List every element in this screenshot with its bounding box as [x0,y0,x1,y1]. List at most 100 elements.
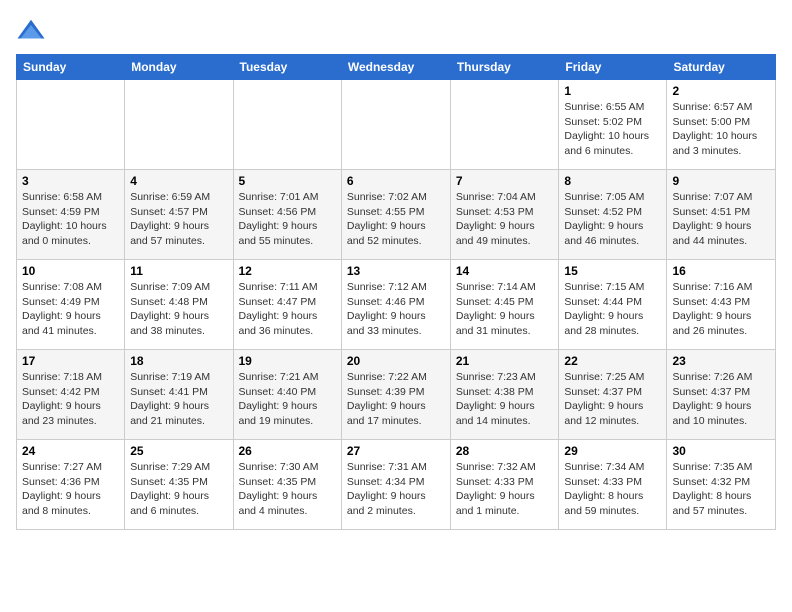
calendar-week-4: 17 Sunrise: 7:18 AM Sunset: 4:42 PM Dayli… [17,350,776,440]
calendar-cell: 15 Sunrise: 7:15 AM Sunset: 4:44 PM Dayli… [559,260,667,350]
calendar-header-wednesday: Wednesday [341,55,450,80]
calendar-table: SundayMondayTuesdayWednesdayThursdayFrid… [16,54,776,530]
day-number: 11 [130,264,227,278]
day-info: Sunrise: 7:12 AM Sunset: 4:46 PM Dayligh… [347,280,445,339]
day-number: 12 [239,264,336,278]
calendar-cell [341,80,450,170]
calendar-cell: 9 Sunrise: 7:07 AM Sunset: 4:51 PM Daylig… [667,170,776,260]
day-number: 15 [564,264,661,278]
calendar-cell: 17 Sunrise: 7:18 AM Sunset: 4:42 PM Dayli… [17,350,125,440]
day-info: Sunrise: 7:14 AM Sunset: 4:45 PM Dayligh… [456,280,554,339]
day-info: Sunrise: 6:59 AM Sunset: 4:57 PM Dayligh… [130,190,227,249]
calendar-cell: 8 Sunrise: 7:05 AM Sunset: 4:52 PM Daylig… [559,170,667,260]
day-info: Sunrise: 7:34 AM Sunset: 4:33 PM Dayligh… [564,460,661,519]
day-number: 6 [347,174,445,188]
calendar-cell [450,80,559,170]
day-number: 10 [22,264,119,278]
calendar-cell: 21 Sunrise: 7:23 AM Sunset: 4:38 PM Dayli… [450,350,559,440]
calendar-cell: 29Sunrise: 7:34 AM Sunset: 4:33 PM Dayli… [559,440,667,530]
day-number: 21 [456,354,554,368]
calendar-cell [233,80,341,170]
calendar-header-thursday: Thursday [450,55,559,80]
day-number: 1 [564,84,661,98]
calendar-cell [125,80,233,170]
calendar-cell: 18 Sunrise: 7:19 AM Sunset: 4:41 PM Dayli… [125,350,233,440]
calendar-header-tuesday: Tuesday [233,55,341,80]
calendar-cell: 14 Sunrise: 7:14 AM Sunset: 4:45 PM Dayli… [450,260,559,350]
day-info: Sunrise: 7:22 AM Sunset: 4:39 PM Dayligh… [347,370,445,429]
logo-icon [16,16,46,46]
day-number: 20 [347,354,445,368]
day-info: Sunrise: 6:58 AM Sunset: 4:59 PM Dayligh… [22,190,119,249]
day-number: 16 [672,264,770,278]
day-info: Sunrise: 7:26 AM Sunset: 4:37 PM Dayligh… [672,370,770,429]
calendar-header-row: SundayMondayTuesdayWednesdayThursdayFrid… [17,55,776,80]
day-info: Sunrise: 7:18 AM Sunset: 4:42 PM Dayligh… [22,370,119,429]
calendar-week-5: 24 Sunrise: 7:27 AM Sunset: 4:36 PM Dayli… [17,440,776,530]
day-number: 25 [130,444,227,458]
day-number: 23 [672,354,770,368]
day-info: Sunrise: 7:16 AM Sunset: 4:43 PM Dayligh… [672,280,770,339]
calendar-cell: 26Sunrise: 7:30 AM Sunset: 4:35 PM Dayli… [233,440,341,530]
day-info: Sunrise: 6:55 AM Sunset: 5:02 PM Dayligh… [564,100,661,159]
day-info: Sunrise: 7:29 AM Sunset: 4:35 PM Dayligh… [130,460,227,519]
day-info: Sunrise: 7:15 AM Sunset: 4:44 PM Dayligh… [564,280,661,339]
day-info: Sunrise: 7:23 AM Sunset: 4:38 PM Dayligh… [456,370,554,429]
day-number: 19 [239,354,336,368]
day-info: Sunrise: 7:11 AM Sunset: 4:47 PM Dayligh… [239,280,336,339]
day-number: 9 [672,174,770,188]
calendar-cell: 2 Sunrise: 6:57 AM Sunset: 5:00 PM Daylig… [667,80,776,170]
day-number: 18 [130,354,227,368]
day-info: Sunrise: 7:31 AM Sunset: 4:34 PM Dayligh… [347,460,445,519]
day-info: Sunrise: 7:07 AM Sunset: 4:51 PM Dayligh… [672,190,770,249]
day-number: 30 [672,444,770,458]
calendar-cell: 19 Sunrise: 7:21 AM Sunset: 4:40 PM Dayli… [233,350,341,440]
logo [16,16,50,46]
day-info: Sunrise: 7:30 AM Sunset: 4:35 PM Dayligh… [239,460,336,519]
day-info: Sunrise: 7:09 AM Sunset: 4:48 PM Dayligh… [130,280,227,339]
calendar-cell: 6 Sunrise: 7:02 AM Sunset: 4:55 PM Daylig… [341,170,450,260]
day-info: Sunrise: 7:04 AM Sunset: 4:53 PM Dayligh… [456,190,554,249]
day-info: Sunrise: 7:05 AM Sunset: 4:52 PM Dayligh… [564,190,661,249]
calendar-header-monday: Monday [125,55,233,80]
day-number: 22 [564,354,661,368]
day-info: Sunrise: 7:08 AM Sunset: 4:49 PM Dayligh… [22,280,119,339]
day-number: 8 [564,174,661,188]
calendar-cell: 10 Sunrise: 7:08 AM Sunset: 4:49 PM Dayli… [17,260,125,350]
day-info: Sunrise: 7:27 AM Sunset: 4:36 PM Dayligh… [22,460,119,519]
calendar-cell: 23 Sunrise: 7:26 AM Sunset: 4:37 PM Dayli… [667,350,776,440]
day-info: Sunrise: 7:19 AM Sunset: 4:41 PM Dayligh… [130,370,227,429]
calendar-cell: 13Sunrise: 7:12 AM Sunset: 4:46 PM Dayli… [341,260,450,350]
day-number: 4 [130,174,227,188]
day-info: Sunrise: 7:01 AM Sunset: 4:56 PM Dayligh… [239,190,336,249]
calendar-cell: 16 Sunrise: 7:16 AM Sunset: 4:43 PM Dayli… [667,260,776,350]
calendar-cell: 28Sunrise: 7:32 AM Sunset: 4:33 PM Dayli… [450,440,559,530]
calendar-cell: 27Sunrise: 7:31 AM Sunset: 4:34 PM Dayli… [341,440,450,530]
day-number: 17 [22,354,119,368]
calendar-cell: 1 Sunrise: 6:55 AM Sunset: 5:02 PM Daylig… [559,80,667,170]
calendar-week-3: 10 Sunrise: 7:08 AM Sunset: 4:49 PM Dayli… [17,260,776,350]
day-info: Sunrise: 7:21 AM Sunset: 4:40 PM Dayligh… [239,370,336,429]
calendar-body: 1 Sunrise: 6:55 AM Sunset: 5:02 PM Daylig… [17,80,776,530]
day-info: Sunrise: 7:35 AM Sunset: 4:32 PM Dayligh… [672,460,770,519]
day-info: Sunrise: 7:02 AM Sunset: 4:55 PM Dayligh… [347,190,445,249]
calendar-cell: 7 Sunrise: 7:04 AM Sunset: 4:53 PM Daylig… [450,170,559,260]
calendar-cell: 24 Sunrise: 7:27 AM Sunset: 4:36 PM Dayli… [17,440,125,530]
day-number: 7 [456,174,554,188]
calendar-cell: 5Sunrise: 7:01 AM Sunset: 4:56 PM Daylig… [233,170,341,260]
calendar-cell: 3Sunrise: 6:58 AM Sunset: 4:59 PM Daylig… [17,170,125,260]
day-info: Sunrise: 6:57 AM Sunset: 5:00 PM Dayligh… [672,100,770,159]
calendar-cell: 20 Sunrise: 7:22 AM Sunset: 4:39 PM Dayli… [341,350,450,440]
calendar-cell: 12 Sunrise: 7:11 AM Sunset: 4:47 PM Dayli… [233,260,341,350]
page-header [16,16,776,46]
calendar-header-saturday: Saturday [667,55,776,80]
calendar-cell [17,80,125,170]
day-number: 2 [672,84,770,98]
calendar-cell: 11 Sunrise: 7:09 AM Sunset: 4:48 PM Dayli… [125,260,233,350]
calendar-cell: 22Sunrise: 7:25 AM Sunset: 4:37 PM Dayli… [559,350,667,440]
calendar-cell: 25 Sunrise: 7:29 AM Sunset: 4:35 PM Dayli… [125,440,233,530]
day-number: 14 [456,264,554,278]
day-number: 28 [456,444,554,458]
day-number: 24 [22,444,119,458]
calendar-cell: 30 Sunrise: 7:35 AM Sunset: 4:32 PM Dayli… [667,440,776,530]
